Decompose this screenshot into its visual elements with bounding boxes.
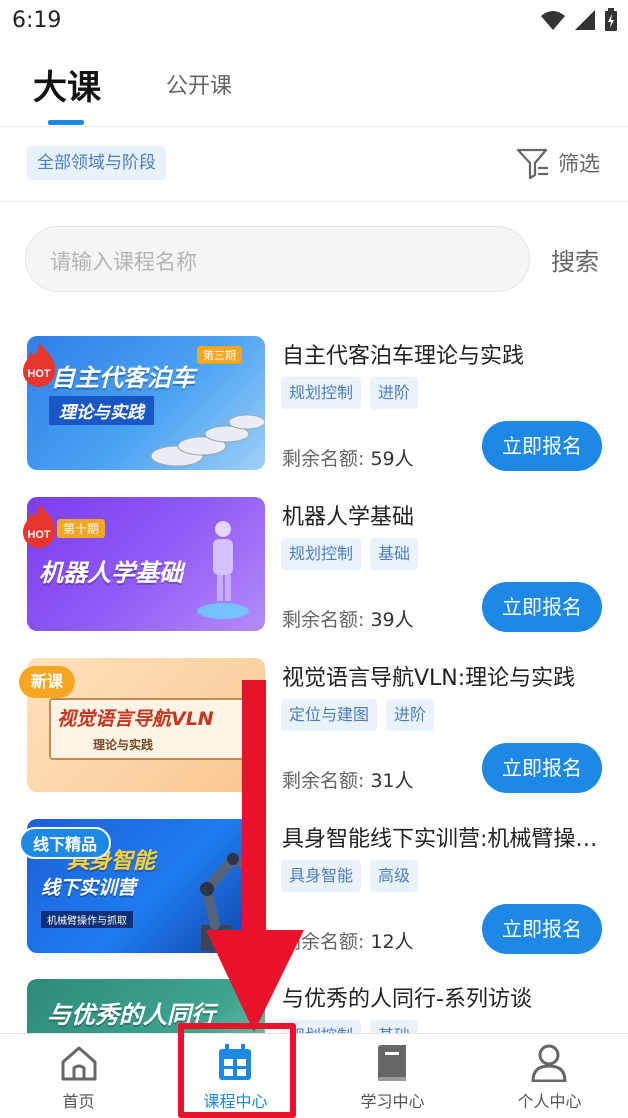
remaining-count: 39人 bbox=[370, 609, 414, 631]
course-card[interactable]: 第十期 机器人学基础 HOT 机器人学基础 规划控制 基础 剩余名额: 39人 … bbox=[0, 497, 628, 658]
status-icons bbox=[540, 8, 618, 32]
svg-text:HOT: HOT bbox=[27, 368, 51, 380]
course-title[interactable]: 机器人学基础 bbox=[282, 499, 604, 531]
enroll-button[interactable]: 立即报名 bbox=[482, 904, 602, 954]
annotation-highlight-box bbox=[178, 1023, 296, 1118]
course-title[interactable]: 具身智能线下实训营:机械臂操作与抓取 bbox=[282, 821, 604, 853]
divider bbox=[0, 201, 628, 202]
search-button[interactable]: 搜索 bbox=[551, 242, 599, 277]
nav-item-home[interactable]: 首页 bbox=[0, 1034, 157, 1118]
top-tabs: 大课 公开课 bbox=[0, 52, 628, 126]
wifi-icon bbox=[541, 11, 565, 30]
course-tags: 规划控制 基础 bbox=[281, 538, 419, 570]
thumb-period: 第十期 bbox=[57, 519, 106, 538]
course-tag: 高级 bbox=[370, 860, 419, 892]
thumb-period: 第三期 bbox=[197, 346, 242, 364]
course-card[interactable]: 视觉语言导航VLN 理论与实践 新课 视觉语言导航VLN:理论与实践 定位与建图… bbox=[0, 658, 628, 819]
course-tags: 规划控制 进阶 bbox=[281, 377, 419, 409]
course-tag: 规划控制 bbox=[281, 377, 362, 409]
new-course-badge: 新课 bbox=[19, 666, 76, 698]
course-thumbnail[interactable]: 自主代客泊车 理论与实践 第三期 bbox=[27, 336, 265, 470]
tab-main-course[interactable]: 大课 bbox=[33, 60, 101, 109]
filter-row: 全部领域与阶段 筛选 bbox=[0, 127, 628, 201]
home-icon bbox=[61, 1046, 97, 1081]
thumb-subtitle: 理论与实践 bbox=[49, 396, 154, 425]
battery-icon bbox=[605, 8, 617, 31]
remaining-seats: 剩余名额: 59人 bbox=[282, 444, 414, 471]
thumb-caption: 机械臂操作与抓取 bbox=[41, 911, 133, 928]
bottom-navigation: 首页 课程中心 学习中心 个人中心 bbox=[0, 1033, 628, 1118]
enroll-button[interactable]: 立即报名 bbox=[482, 582, 602, 632]
enroll-button[interactable]: 立即报名 bbox=[482, 421, 602, 471]
robot-illustration bbox=[197, 521, 249, 619]
car-illustration bbox=[150, 414, 265, 467]
hot-badge-icon: HOT bbox=[23, 343, 56, 387]
enroll-button[interactable]: 立即报名 bbox=[482, 743, 602, 793]
thumb-subtitle: 理论与实践 bbox=[93, 738, 154, 752]
remaining-seats: 剩余名额: 39人 bbox=[282, 605, 414, 632]
course-title[interactable]: 视觉语言导航VLN:理论与实践 bbox=[282, 660, 604, 692]
filter-icon bbox=[516, 148, 548, 180]
remaining-count: 31人 bbox=[370, 770, 414, 792]
course-tag: 进阶 bbox=[370, 377, 419, 409]
status-bar: 6:19 bbox=[0, 0, 628, 44]
remaining-label: 剩余名额: bbox=[282, 609, 365, 631]
tab-open-course[interactable]: 公开课 bbox=[166, 68, 232, 100]
remaining-count: 59人 bbox=[370, 448, 414, 470]
remaining-count: 12人 bbox=[370, 931, 414, 953]
nav-item-learning-center[interactable]: 学习中心 bbox=[314, 1034, 471, 1118]
course-tag: 进阶 bbox=[386, 699, 435, 731]
thumb-title: 视觉语言导航VLN bbox=[57, 708, 214, 730]
nav-item-profile[interactable]: 个人中心 bbox=[471, 1034, 628, 1118]
nav-label: 首页 bbox=[62, 1092, 95, 1111]
course-tag: 规划控制 bbox=[281, 538, 362, 570]
filter-button[interactable]: 筛选 bbox=[516, 146, 600, 180]
course-thumbnail[interactable]: 第十期 机器人学基础 bbox=[27, 497, 265, 631]
nav-label: 个人中心 bbox=[517, 1092, 582, 1111]
thumb-subtitle: 线下实训营 bbox=[41, 877, 137, 899]
course-title[interactable]: 与优秀的人同行-系列访谈 bbox=[282, 981, 604, 1013]
status-time: 6:19 bbox=[12, 8, 62, 33]
signal-icon bbox=[575, 10, 595, 30]
search-placeholder: 请输入课程名称 bbox=[50, 250, 197, 274]
offline-premium-badge: 线下精品 bbox=[19, 827, 112, 859]
hot-badge-icon: HOT bbox=[23, 504, 56, 548]
search-input[interactable]: 请输入课程名称 bbox=[25, 226, 530, 292]
svg-text:HOT: HOT bbox=[27, 529, 51, 541]
remaining-label: 剩余名额: bbox=[282, 448, 365, 470]
tab-active-indicator bbox=[48, 120, 84, 125]
filter-label: 筛选 bbox=[558, 152, 600, 176]
course-card[interactable]: 自主代客泊车 理论与实践 第三期 HOT 自主代客泊车理论与实践 规划控制 进阶… bbox=[0, 336, 628, 497]
course-title[interactable]: 自主代客泊车理论与实践 bbox=[282, 338, 604, 370]
course-tag: 基础 bbox=[370, 538, 419, 570]
nav-label: 学习中心 bbox=[360, 1092, 425, 1111]
user-icon bbox=[531, 1044, 567, 1082]
thumb-title: 机器人学基础 bbox=[39, 559, 183, 587]
domain-stage-chip[interactable]: 全部领域与阶段 bbox=[27, 146, 166, 180]
book-icon bbox=[378, 1045, 406, 1081]
annotation-arrow-icon bbox=[206, 680, 304, 1032]
course-card[interactable]: 具身智能 线下实训营 机械臂操作与抓取 线下精品 具身智能线下实训营:机械臂操作… bbox=[0, 819, 628, 980]
